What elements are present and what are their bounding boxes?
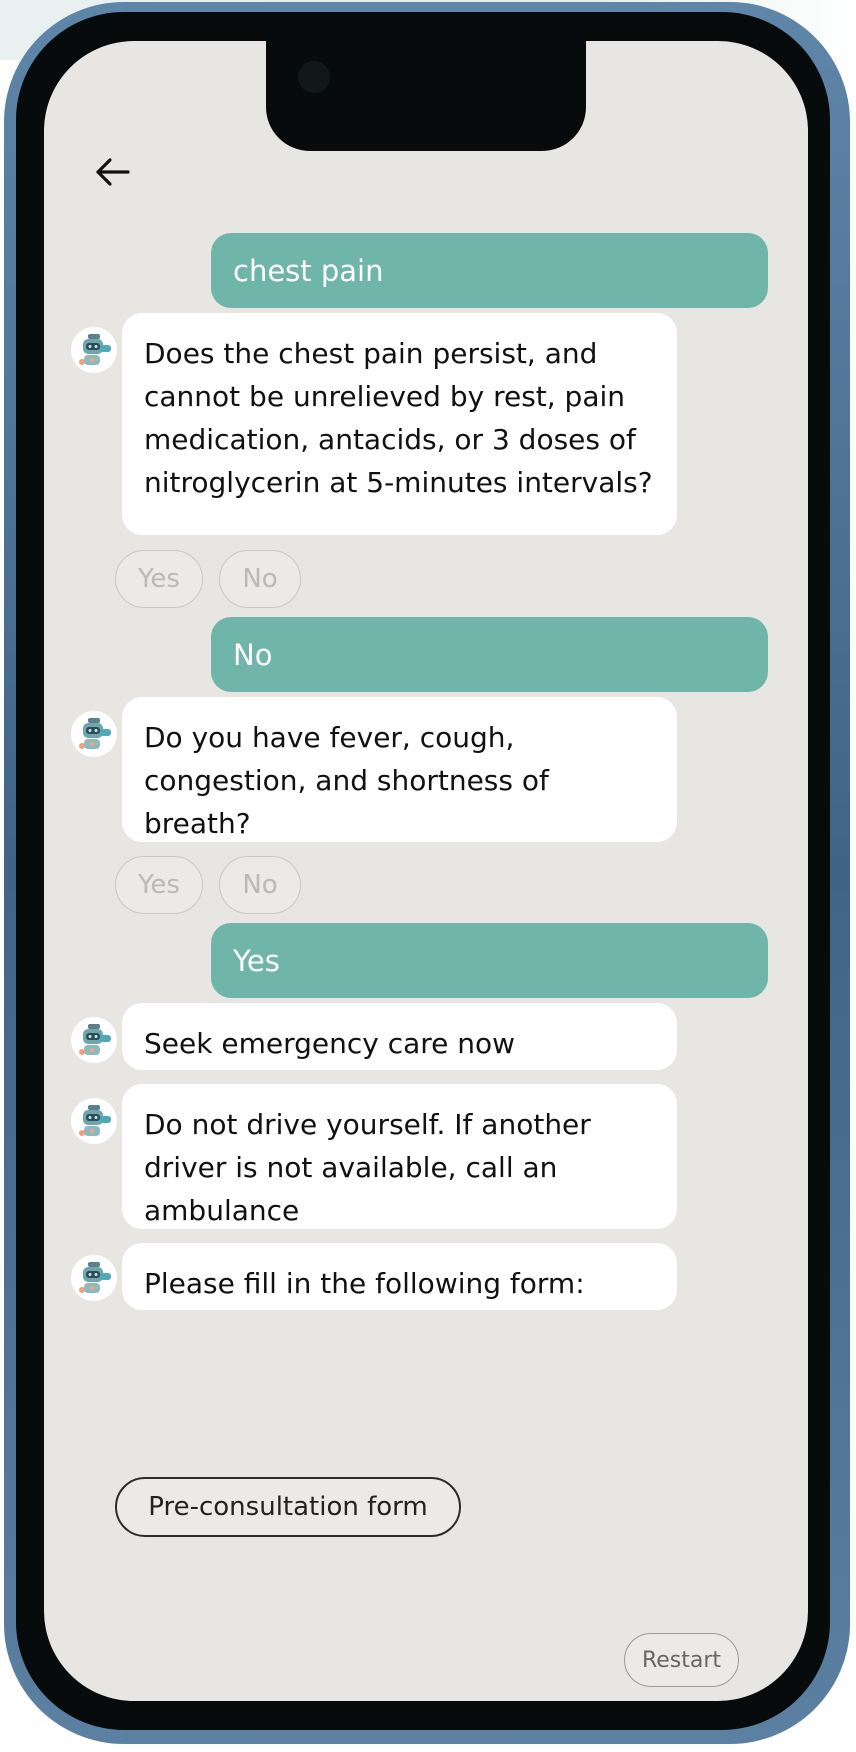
bot-avatar (71, 711, 117, 757)
quick-reply-yes[interactable]: Yes (115, 856, 203, 914)
bot-message-bubble: Do you have fever, cough, congestion, an… (122, 697, 677, 842)
user-message-text: No (233, 637, 273, 672)
user-message: Yes (211, 923, 768, 998)
restart-button[interactable]: Restart (624, 1633, 739, 1687)
form-button-label: Pre-consultation form (148, 1492, 428, 1522)
bot-message-bubble: Do not drive yourself. If another driver… (122, 1084, 677, 1229)
arrow-left-icon (96, 158, 130, 186)
user-message: No (211, 617, 768, 692)
back-button[interactable] (86, 146, 138, 198)
phone-notch (266, 41, 586, 151)
robot-doctor-icon (79, 718, 111, 749)
bot-message-bubble: Seek emergency care now (122, 1003, 677, 1070)
robot-doctor-icon (79, 1262, 111, 1293)
bot-message-text: Do you have fever, cough, congestion, an… (144, 721, 549, 840)
user-message: chest pain (211, 233, 768, 308)
bot-avatar (71, 327, 117, 373)
bot-message-bubble: Please fill in the following form: (122, 1243, 677, 1310)
bot-avatar (71, 1255, 117, 1301)
chat-screen: chest pain Does the chest pain persist, … (44, 41, 808, 1701)
bot-avatar (71, 1017, 117, 1063)
quick-reply-no[interactable]: No (219, 550, 301, 608)
bot-avatar (71, 1098, 117, 1144)
quick-reply-yes-label: Yes (138, 870, 180, 900)
quick-reply-yes-label: Yes (138, 564, 180, 594)
bot-message-text: Please fill in the following form: (144, 1267, 585, 1300)
user-message-text: chest pain (233, 253, 384, 288)
bot-message-bubble: Does the chest pain persist, and cannot … (122, 313, 677, 535)
bot-message-text: Do not drive yourself. If another driver… (144, 1108, 591, 1227)
robot-doctor-icon (79, 334, 111, 365)
pre-consultation-form-button[interactable]: Pre-consultation form (115, 1477, 461, 1537)
camera-icon (298, 61, 330, 93)
bot-message-text: Seek emergency care now (144, 1027, 516, 1060)
quick-reply-no[interactable]: No (219, 856, 301, 914)
robot-doctor-icon (79, 1024, 111, 1055)
robot-doctor-icon (79, 1105, 111, 1136)
quick-reply-yes[interactable]: Yes (115, 550, 203, 608)
bot-message-text: Does the chest pain persist, and cannot … (144, 337, 653, 499)
quick-reply-no-label: No (242, 870, 278, 900)
quick-reply-no-label: No (242, 564, 278, 594)
user-message-text: Yes (233, 943, 280, 978)
restart-button-label: Restart (641, 1647, 722, 1673)
